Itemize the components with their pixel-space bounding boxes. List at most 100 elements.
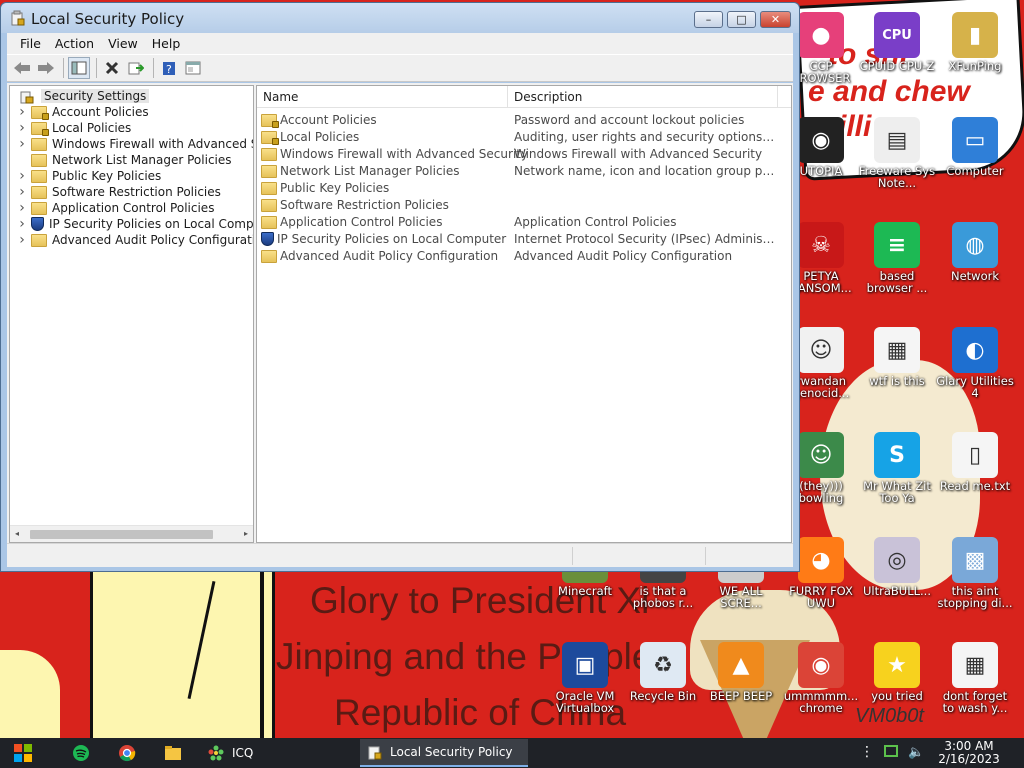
desktop-icon[interactable]: S Mr What Zit Too Ya	[858, 428, 936, 520]
tray-overflow-icon[interactable]: ⋮	[860, 744, 874, 760]
title-bar[interactable]: Local Security Policy – □ ✕	[1, 3, 799, 33]
list-item[interactable]: Local Policies Auditing, user rights and …	[257, 129, 791, 146]
locked-folder-icon	[31, 105, 49, 120]
tree-horizontal-scrollbar[interactable]: ◂ ▸	[10, 525, 253, 542]
local-security-policy-window[interactable]: Local Security Policy – □ ✕ File Action …	[0, 2, 800, 572]
desktop-icon[interactable]: ◐ Glary Utilities 4	[936, 323, 1014, 415]
tree-item[interactable]: › Public Key Policies	[10, 168, 253, 184]
expand-chevron-icon[interactable]: ›	[16, 184, 28, 200]
list-item[interactable]: Advanced Audit Policy Configuration Advan…	[257, 248, 791, 265]
green-chat-icon: ≡	[874, 222, 920, 268]
forward-button[interactable]	[35, 57, 57, 79]
maximize-button[interactable]: □	[727, 11, 756, 28]
help-button[interactable]: ?	[158, 57, 180, 79]
list-item-name-cell: Local Policies	[261, 130, 359, 145]
menu-view[interactable]: View	[101, 36, 145, 51]
expand-chevron-icon[interactable]: ›	[16, 216, 28, 232]
menu-action[interactable]: Action	[48, 36, 101, 51]
desktop-icon[interactable]: ▦ dont forget to wash y...	[936, 638, 1014, 730]
start-button[interactable]	[10, 741, 36, 765]
desktop-icon[interactable]: ◍ Network	[936, 218, 1014, 310]
tree-item[interactable]: › Application Control Policies	[10, 200, 253, 216]
list-item[interactable]: Network List Manager Policies Network nam…	[257, 163, 791, 180]
expand-chevron-icon[interactable]: ›	[16, 232, 28, 248]
desktop-icon-label: dont forget to wash y...	[942, 689, 1008, 715]
tree-item[interactable]: › IP Security Policies on Local Computer	[10, 216, 254, 232]
column-header-name[interactable]: Name	[257, 86, 508, 108]
list-item[interactable]: Application Control Policies Application …	[257, 214, 791, 231]
desktop-icon[interactable]: ▮ XFunPing	[936, 8, 1014, 100]
list-item[interactable]: Public Key Policies	[257, 180, 791, 197]
folder-icon	[261, 249, 277, 263]
minimize-icon: –	[705, 13, 712, 26]
desktop-icon[interactable]: ▩ this aint stopping di...	[936, 533, 1014, 625]
expand-chevron-icon[interactable]: ›	[16, 104, 28, 120]
tree-pane[interactable]: Security Settings › Account Policies › Loca…	[9, 85, 254, 543]
desktop-icon[interactable]: CPU CPUID CPU-Z	[858, 8, 936, 100]
desktop-icon[interactable]: ▯ Read me.txt	[936, 428, 1014, 520]
export-list-button[interactable]	[125, 57, 147, 79]
taskbar-task-icq[interactable]: ICQ	[200, 739, 355, 767]
expand-chevron-icon[interactable]: ›	[16, 120, 28, 136]
tree-item[interactable]: › Windows Firewall with Advanced Security	[10, 136, 253, 152]
desktop-icon-label: Read me.txt	[939, 479, 1011, 493]
desktop-icon[interactable]: ★ you tried	[858, 638, 936, 730]
desktop-icon[interactable]: ◎ UltraBULL...	[858, 533, 936, 625]
tree-item-label: IP Security Policies on Local Computer	[49, 217, 254, 231]
locked-folder-icon	[261, 113, 279, 128]
pinned-spotify[interactable]	[68, 741, 94, 765]
tree-root[interactable]: Security Settings	[10, 88, 253, 104]
list-item[interactable]: Account Policies Password and account loc…	[257, 112, 791, 129]
desktop-icon[interactable]: ▲ BEEP BEEP	[702, 638, 780, 730]
menu-file[interactable]: File	[13, 36, 48, 51]
menu-help[interactable]: Help	[145, 36, 188, 51]
scrollbar-thumb[interactable]	[30, 530, 213, 539]
windows-logo-icon	[14, 744, 32, 762]
locked-folder-icon	[31, 121, 49, 136]
close-button[interactable]: ✕	[760, 11, 791, 28]
expand-chevron-icon[interactable]: ›	[16, 200, 28, 216]
desktop-icon[interactable]: ≡ based browser ...	[858, 218, 936, 310]
virtualbox-icon: ▣	[562, 642, 608, 688]
scroll-left-icon[interactable]: ◂	[15, 529, 19, 538]
desktop-icon[interactable]: ◉ ummmmm... chrome	[782, 638, 860, 730]
list-item[interactable]: Software Restriction Policies	[257, 197, 791, 214]
tree-item[interactable]: Network List Manager Policies	[10, 152, 253, 168]
properties-button[interactable]	[182, 57, 204, 79]
desktop-icon-label: you tried	[871, 689, 923, 703]
security-policy-icon	[368, 746, 382, 760]
pinned-chrome[interactable]	[114, 741, 140, 765]
show-hide-tree-button[interactable]	[68, 57, 90, 79]
firefox-icon: ◕	[798, 537, 844, 583]
tree-item[interactable]: › Advanced Audit Policy Configuration	[10, 232, 253, 248]
desktop-icon[interactable]: ▣ Oracle VM Virtualbox	[546, 638, 624, 730]
volume-icon[interactable]: 🔈	[908, 745, 924, 760]
expand-chevron-icon[interactable]: ›	[16, 136, 28, 152]
desktop-icon[interactable]: ▤ Freeware Sys Note...	[858, 113, 936, 205]
glary-icon: ◐	[952, 327, 998, 373]
list-item[interactable]: IP Security Policies on Local Computer In…	[257, 231, 791, 248]
column-header-description[interactable]: Description	[508, 86, 778, 108]
tree-item[interactable]: › Account Policies	[10, 104, 253, 120]
minimize-button[interactable]: –	[694, 11, 723, 28]
pinned-file-explorer[interactable]	[160, 741, 186, 765]
tree-item[interactable]: › Software Restriction Policies	[10, 184, 253, 200]
toolbar-separator	[153, 58, 154, 78]
expand-chevron-icon[interactable]: ›	[16, 168, 28, 184]
desktop-icon[interactable]: ♻ Recycle Bin	[624, 638, 702, 730]
scroll-right-icon[interactable]: ▸	[244, 529, 248, 538]
network-status-icon[interactable]	[884, 745, 898, 757]
desktop-icon[interactable]: ▦ wtf is this	[858, 323, 936, 415]
list-item[interactable]: Windows Firewall with Advanced Security W…	[257, 146, 791, 163]
delete-button[interactable]	[101, 57, 123, 79]
taskbar-task-local-security-policy[interactable]: Local Security Policy	[360, 739, 528, 767]
system-clock[interactable]: 3:00 AM 2/16/2023	[936, 740, 1002, 766]
list-item-name: Network List Manager Policies	[280, 164, 460, 178]
computer-tools-icon: ▩	[952, 537, 998, 583]
back-button[interactable]	[11, 57, 33, 79]
tree-item[interactable]: › Local Policies	[10, 120, 253, 136]
details-list-pane[interactable]: Name Description Account Policies Passwor…	[256, 85, 792, 543]
list-item-name-cell: Software Restriction Policies	[261, 198, 449, 212]
wallpaper-yellow-shape-left	[0, 650, 60, 738]
desktop-icon[interactable]: ▭ Computer	[936, 113, 1014, 205]
